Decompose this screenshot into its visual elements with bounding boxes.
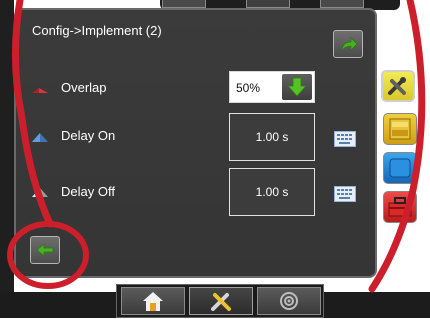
tools-nav-tab[interactable]	[189, 287, 253, 315]
gps-tab[interactable]	[257, 287, 321, 315]
keyboard-icon[interactable]	[334, 131, 356, 147]
yellow-tab[interactable]	[383, 113, 417, 145]
overlap-value: 50%	[236, 81, 261, 95]
tools-tab[interactable]	[381, 70, 415, 102]
page-title: Config->Implement (2)	[32, 23, 162, 38]
wrench-screwdriver-icon	[211, 293, 231, 311]
device-screen: Config->Implement (2) Overlap 50% Delay …	[0, 0, 430, 318]
delay-on-label: Delay On	[61, 128, 116, 143]
wrench-screwdriver-icon	[388, 77, 406, 95]
overlap-icon	[32, 88, 48, 93]
blue-tab[interactable]	[383, 152, 417, 184]
delay-off-field[interactable]: 1.00 s	[229, 168, 315, 216]
delay-on-field[interactable]: 1.00 s	[229, 113, 315, 161]
keyboard-icon[interactable]	[334, 186, 356, 202]
delay-off-icon	[32, 188, 48, 197]
home-tab[interactable]	[121, 287, 185, 315]
overlap-label: Overlap	[61, 80, 107, 95]
gps-target-icon	[280, 292, 298, 310]
green-back-arrow-icon	[36, 243, 54, 257]
next-button[interactable]	[333, 30, 363, 58]
green-down-arrow-icon	[287, 77, 307, 97]
delay-off-label: Delay Off	[61, 184, 115, 199]
frame-left	[0, 0, 14, 318]
overlap-dropdown-button[interactable]	[282, 74, 312, 100]
cabinet-icon	[389, 118, 411, 140]
top-tab-gps[interactable]	[320, 0, 364, 8]
overlap-dropdown[interactable]: 50%	[229, 71, 315, 103]
delay-on-icon	[32, 133, 48, 142]
top-tab-home[interactable]	[162, 0, 206, 8]
keyboard-keys	[337, 134, 352, 144]
green-forward-arrow-icon	[341, 37, 358, 52]
blue-box-icon	[389, 158, 411, 178]
home-icon	[143, 292, 163, 311]
red-toolbox-tab[interactable]	[383, 191, 417, 223]
toolbox-icon	[388, 197, 412, 217]
top-tab-tools[interactable]	[246, 0, 290, 8]
back-button[interactable]	[30, 236, 60, 264]
bottom-nav	[116, 284, 324, 318]
config-panel	[14, 8, 377, 278]
keyboard-keys	[337, 189, 352, 199]
